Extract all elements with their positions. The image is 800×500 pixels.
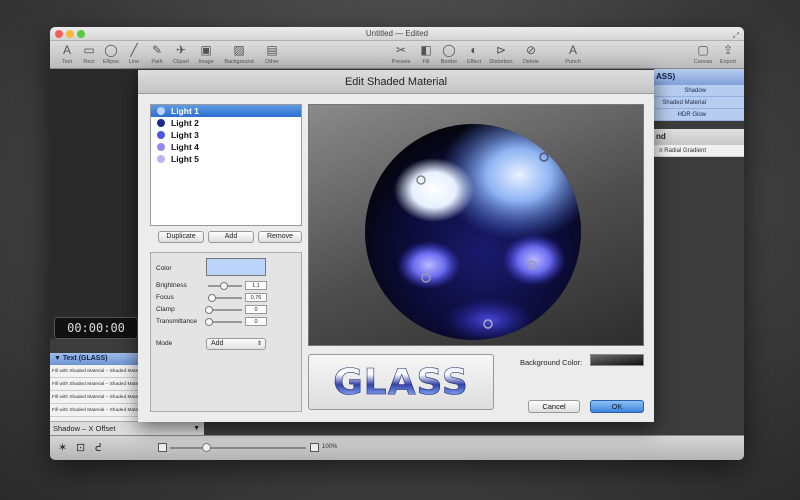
punch-icon: A bbox=[568, 43, 577, 57]
brightness-slider-knob[interactable] bbox=[220, 282, 228, 290]
layer-row[interactable]: Fill with Shaded Material – Shaded Mater… bbox=[50, 365, 140, 378]
light-item[interactable]: Light 5 bbox=[151, 153, 301, 165]
text-preview: GLASS bbox=[308, 354, 494, 410]
toolbar-other-button[interactable]: ▤ Other bbox=[259, 43, 285, 67]
light-color-dot bbox=[157, 143, 165, 151]
toolbar-background-button[interactable]: ▨ Background bbox=[224, 43, 253, 67]
light-item[interactable]: Light 2 bbox=[151, 117, 301, 129]
zoom-slider-knob[interactable] bbox=[202, 443, 211, 452]
brightness-label: Brightness bbox=[156, 282, 187, 289]
transmittance-label: Transmittance bbox=[156, 318, 197, 325]
grid-icon[interactable]: ⊡ bbox=[76, 441, 85, 454]
effect-row-shadow[interactable]: Shadow bbox=[654, 85, 744, 97]
zoom-value: 100% bbox=[322, 444, 338, 450]
clamp-slider-knob[interactable] bbox=[205, 306, 213, 314]
layer-row[interactable]: Fill with Shaded Material – Shaded Mater… bbox=[50, 404, 140, 417]
edit-shaded-material-sheet: Edit Shaded Material Light 1 Light 2 Lig… bbox=[138, 70, 654, 422]
zoom-out-icon[interactable] bbox=[158, 443, 167, 452]
focus-field[interactable]: 0,76 bbox=[245, 293, 267, 302]
canvas-area[interactable] bbox=[50, 69, 138, 339]
light-color-dot bbox=[157, 155, 165, 163]
ok-button[interactable]: OK bbox=[590, 400, 644, 413]
light-item[interactable]: Light 3 bbox=[151, 129, 301, 141]
clamp-label: Clamp bbox=[156, 306, 175, 313]
shadow-x-offset-selector[interactable]: Shadow – X Offset ▼ bbox=[50, 421, 204, 435]
light-color-dot bbox=[157, 131, 165, 139]
focus-slider-knob[interactable] bbox=[208, 294, 216, 302]
toolbar-punch-button[interactable]: A Punch bbox=[560, 43, 586, 67]
clamp-field[interactable]: 0 bbox=[245, 305, 267, 314]
effect-row-shaded-material[interactable]: Shaded Material bbox=[654, 97, 744, 109]
background-color-label: Background Color: bbox=[520, 358, 583, 367]
canvas-icon: ▢ bbox=[697, 43, 709, 57]
cancel-button[interactable]: Cancel bbox=[528, 400, 580, 413]
background-header[interactable]: nd bbox=[654, 129, 744, 145]
window-title: Untitled — Edited bbox=[365, 29, 429, 38]
brightness-field[interactable]: 1,1 bbox=[245, 281, 267, 290]
toolbar-distortion-button[interactable]: ⊳ Distortion bbox=[488, 43, 514, 67]
transmittance-slider-knob[interactable] bbox=[205, 318, 213, 326]
sheet-title: Edit Shaded Material bbox=[138, 70, 654, 94]
light-item[interactable]: Light 1 bbox=[151, 105, 301, 117]
light-properties: Color Brightness 1,1 Focus 0,76 Clamp 0 … bbox=[150, 252, 302, 412]
background-color-well[interactable] bbox=[590, 354, 644, 366]
other-tool-icon: ▤ bbox=[266, 43, 278, 57]
glass-preview-text: GLASS bbox=[333, 362, 469, 404]
mode-label: Mode bbox=[156, 340, 173, 347]
add-light-button[interactable]: Add bbox=[208, 231, 254, 243]
transmittance-slider[interactable] bbox=[208, 321, 242, 323]
toolbar-export-button[interactable]: ⇪ Export bbox=[715, 43, 741, 67]
layer-row[interactable]: Fill with Shaded Material – Shaded Mater… bbox=[50, 391, 140, 404]
zoom-slider-track[interactable] bbox=[170, 447, 306, 449]
image-tool-icon: ▣ bbox=[200, 43, 212, 57]
layer-row[interactable]: Fill with Shaded Material – Shaded Mater… bbox=[50, 378, 140, 391]
light-color-dot bbox=[157, 119, 165, 127]
border-icon: ◯ bbox=[442, 43, 456, 57]
magic-wand-icon[interactable]: ✶ bbox=[58, 441, 67, 454]
effects-panel: ASS) Shadow Shaded Material HDR Glow nd … bbox=[654, 69, 744, 199]
clamp-slider[interactable] bbox=[208, 309, 242, 311]
path-tool-icon: ✎ bbox=[151, 43, 163, 57]
timer-display: 00:00:00 bbox=[54, 317, 138, 339]
effect-icon: ◐ bbox=[470, 43, 478, 57]
bottom-bar: ✶ ⊡ ᕍ 100% bbox=[50, 435, 744, 460]
toolbar-delete-button[interactable]: ⊘ Delete bbox=[518, 43, 544, 67]
layer-group-header[interactable]: ▼ Text (GLASS) bbox=[50, 353, 140, 365]
toolbar: A Text ▭ Rect ◯ Ellipse ╱ Line ✎ Path ✈ Clipar… bbox=[50, 41, 744, 69]
distortion-icon: ⊳ bbox=[495, 43, 507, 57]
light-item[interactable]: Light 4 bbox=[151, 141, 301, 153]
shaded-sphere bbox=[365, 124, 581, 340]
zoom-in-icon[interactable] bbox=[310, 443, 319, 452]
clipart-tool-icon: ✈ bbox=[175, 43, 187, 57]
duplicate-button[interactable]: Duplicate bbox=[158, 231, 204, 243]
presets-icon: ✂ bbox=[395, 43, 407, 57]
zoom-window-button[interactable] bbox=[77, 30, 85, 38]
mode-select[interactable]: Add ⇕ bbox=[206, 338, 266, 350]
title-bar: Untitled — Edited ⤢ bbox=[50, 27, 744, 41]
close-window-button[interactable] bbox=[55, 30, 63, 38]
material-preview[interactable] bbox=[308, 104, 644, 346]
background-tool-icon: ▨ bbox=[233, 43, 245, 57]
minimize-window-button[interactable] bbox=[66, 30, 74, 38]
delete-icon: ⊘ bbox=[525, 43, 537, 57]
lights-list: Light 1 Light 2 Light 3 Light 4 Light 5 bbox=[150, 104, 302, 226]
toolbar-image-button[interactable]: ▣ Image bbox=[193, 43, 219, 67]
remove-light-button[interactable]: Remove bbox=[258, 231, 302, 243]
export-icon: ⇪ bbox=[722, 43, 734, 57]
effects-header[interactable]: ASS) bbox=[654, 69, 744, 85]
light-color-dot bbox=[157, 107, 165, 115]
transmittance-field[interactable]: 0 bbox=[245, 317, 267, 326]
effect-row-hdr-glow[interactable]: HDR Glow bbox=[654, 109, 744, 121]
triangle-down-icon: ▼ bbox=[193, 425, 200, 432]
color-label: Color bbox=[156, 265, 172, 272]
focus-label: Focus bbox=[156, 294, 174, 301]
chevron-updown-icon: ⇕ bbox=[256, 341, 262, 347]
text-direction-icon[interactable]: ᕍ bbox=[95, 441, 102, 454]
color-well[interactable] bbox=[206, 258, 266, 276]
background-row-radial-gradient[interactable]: n Radial Gradient bbox=[654, 145, 744, 157]
